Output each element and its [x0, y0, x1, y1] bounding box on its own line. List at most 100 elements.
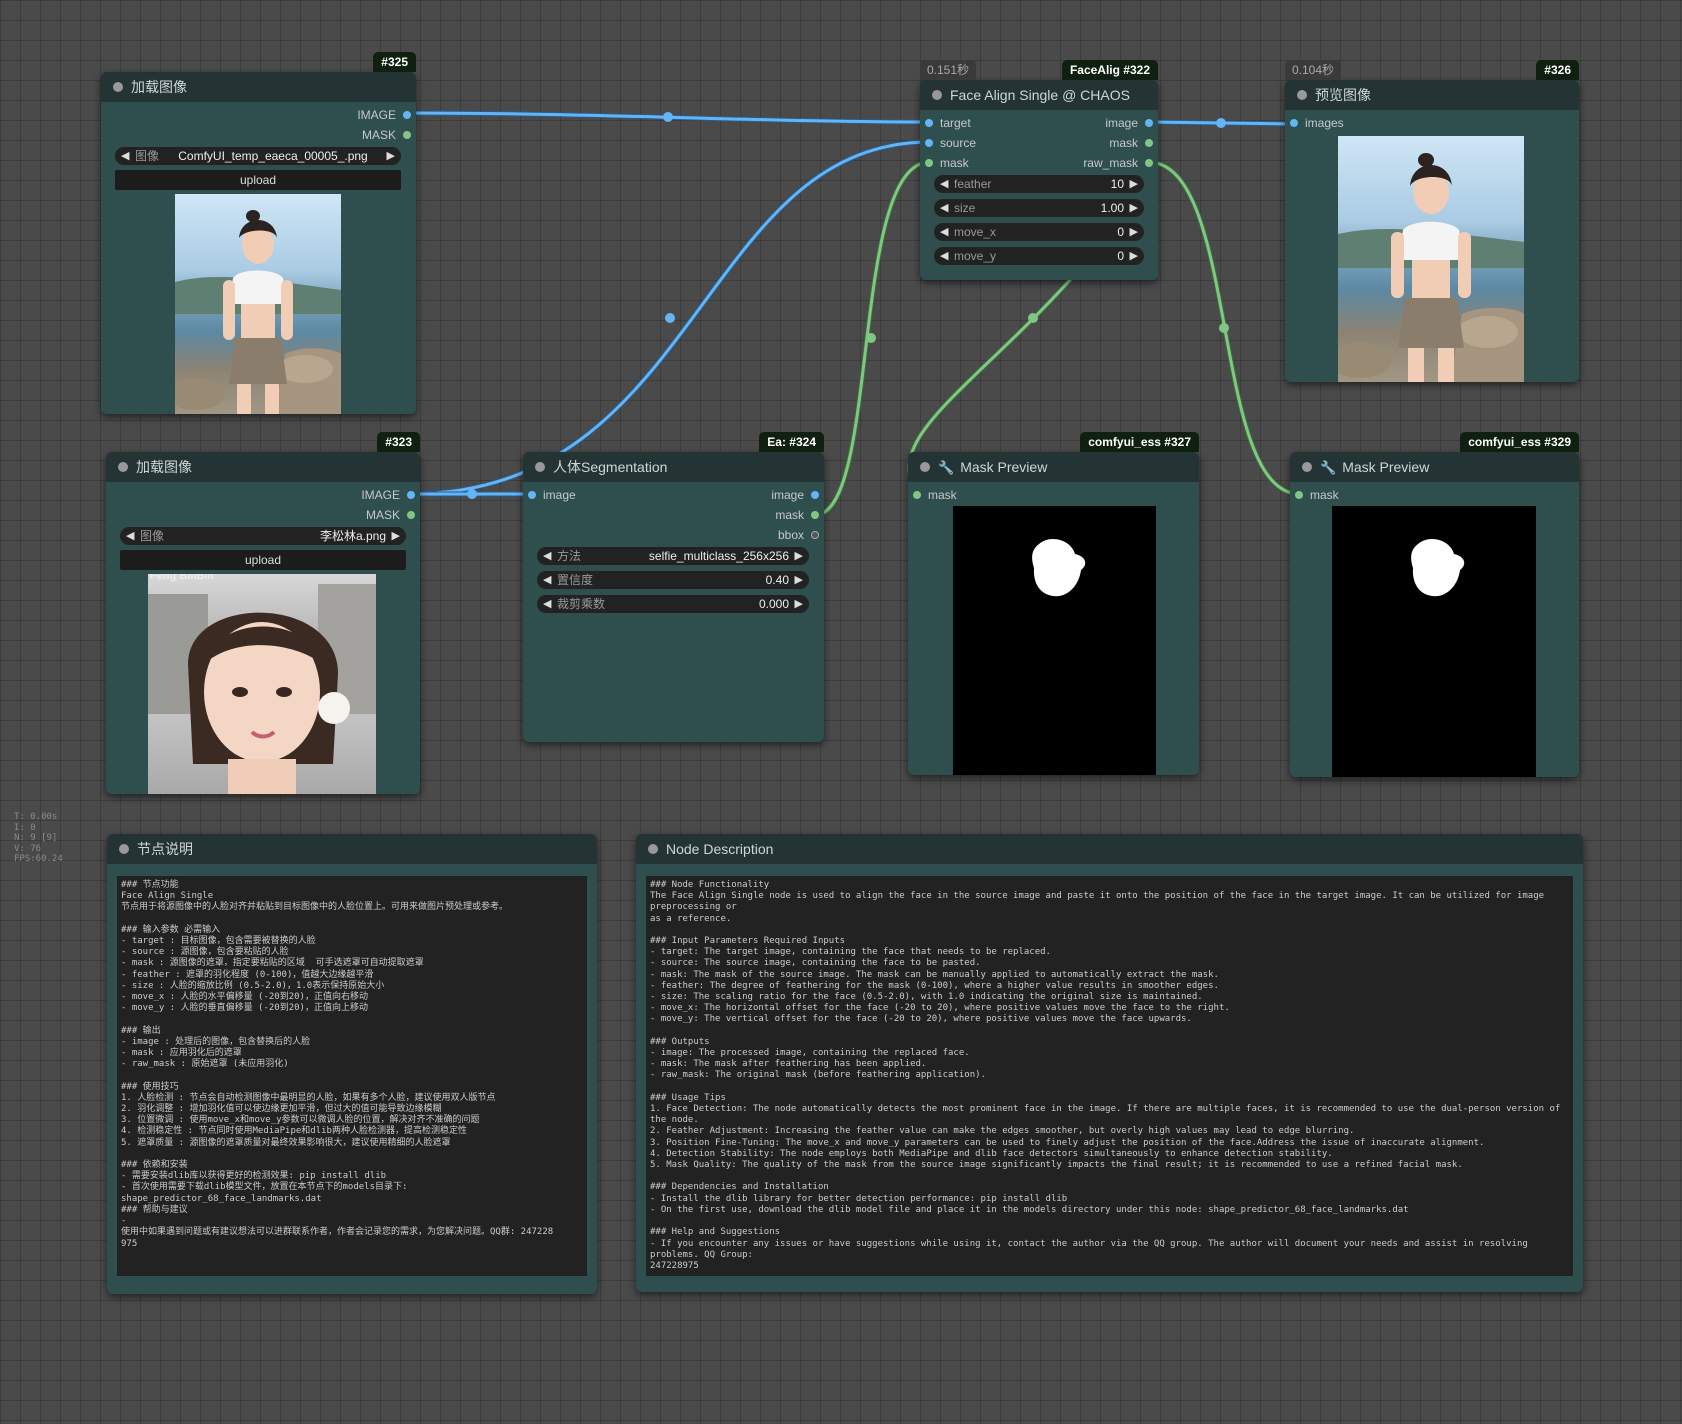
left-arrow-icon[interactable]: ◀ — [543, 595, 551, 613]
image-select-widget[interactable]: ◀ 图像 ComfyUI_temp_eaeca_00005_.png ▶ — [115, 147, 401, 165]
upload-button[interactable]: upload — [120, 550, 406, 570]
canvas-stats: T: 0.00s I: 0 N: 9 [9] V: 76 FPS:60.24 — [14, 812, 63, 865]
mask-preview-node-327[interactable]: comfyui_ess #327 🔧 Mask Preview mask — [908, 432, 1199, 775]
left-arrow-icon[interactable]: ◀ — [940, 223, 948, 241]
output-dot[interactable] — [811, 511, 819, 519]
feather-widget[interactable]: ◀ feather 10 ▶ — [934, 175, 1144, 193]
input-mask-slot[interactable]: mask — [908, 487, 957, 503]
collapse-dot[interactable] — [648, 844, 658, 854]
collapse-dot[interactable] — [1297, 90, 1307, 100]
note-node-description-cn[interactable]: 节点说明 ### 节点功能 Face Align Single 节点用于将源图像… — [107, 834, 597, 1294]
crop-multiplier-widget[interactable]: ◀ 裁剪乘数 0.000 ▶ — [537, 595, 809, 613]
collapse-dot[interactable] — [535, 462, 545, 472]
output-dot[interactable] — [407, 491, 415, 499]
left-arrow-icon[interactable]: ◀ — [543, 571, 551, 589]
input-source-slot[interactable]: source — [920, 135, 976, 151]
input-dot[interactable] — [913, 491, 921, 499]
output-dot[interactable] — [1145, 139, 1153, 147]
output-mask-slot[interactable]: mask — [1109, 135, 1158, 151]
right-arrow-icon[interactable]: ▶ — [392, 527, 400, 545]
left-arrow-icon[interactable]: ◀ — [126, 527, 134, 545]
right-arrow-icon[interactable]: ▶ — [795, 547, 803, 565]
load-image-node-323[interactable]: #323 加载图像 IMAGE MASK ◀ 图像 李松林a.png ▶ upl… — [106, 432, 420, 794]
output-image-slot[interactable]: image — [771, 487, 824, 503]
input-mask-slot[interactable]: mask — [920, 155, 969, 171]
collapse-dot[interactable] — [113, 82, 123, 92]
collapse-dot[interactable] — [920, 462, 930, 472]
output-dot[interactable] — [1145, 119, 1153, 127]
node-title[interactable]: 节点说明 — [107, 834, 597, 864]
output-dot[interactable] — [403, 131, 411, 139]
input-mask-slot[interactable]: mask — [1290, 487, 1339, 503]
left-arrow-icon[interactable]: ◀ — [940, 199, 948, 217]
slot-label: image — [1105, 116, 1138, 130]
collapse-dot[interactable] — [119, 844, 129, 854]
method-widget[interactable]: ◀ 方法 selfie_multiclass_256x256 ▶ — [537, 547, 809, 565]
node-title[interactable]: 预览图像 — [1285, 80, 1579, 110]
segmentation-node-324[interactable]: Ea: #324 人体Segmentation image image mask… — [523, 432, 824, 742]
output-image-slot[interactable]: IMAGE — [357, 107, 416, 123]
right-arrow-icon[interactable]: ▶ — [795, 571, 803, 589]
node-title[interactable]: Face Align Single @ CHAOS — [920, 80, 1158, 110]
output-raw-mask-slot[interactable]: raw_mask — [1083, 155, 1158, 171]
node-id-badge: #325 — [373, 52, 416, 72]
note-node-description-en[interactable]: Node Description ### Node Functionality … — [636, 834, 1583, 1292]
face-align-node-322[interactable]: 0.151秒 FaceAlig #322 Face Align Single @… — [920, 60, 1158, 280]
output-image-slot[interactable]: image — [1105, 115, 1158, 131]
collapse-dot[interactable] — [118, 462, 128, 472]
node-title[interactable]: 🔧 Mask Preview — [1290, 452, 1579, 482]
right-arrow-icon[interactable]: ▶ — [1130, 199, 1138, 217]
node-tag-text: FaceAlig — [1069, 63, 1120, 77]
right-arrow-icon[interactable]: ▶ — [795, 595, 803, 613]
right-arrow-icon[interactable]: ▶ — [1130, 247, 1138, 265]
node-title[interactable]: Node Description — [636, 834, 1583, 864]
left-arrow-icon[interactable]: ◀ — [940, 247, 948, 265]
wire-image-325-to-322-target — [403, 111, 932, 124]
output-mask-slot[interactable]: MASK — [366, 507, 420, 523]
input-dot[interactable] — [925, 119, 933, 127]
output-bbox-slot[interactable]: bbox — [778, 527, 824, 543]
input-target-slot[interactable]: target — [920, 115, 971, 131]
output-dot[interactable] — [811, 491, 819, 499]
mask-preview-node-329[interactable]: comfyui_ess #329 🔧 Mask Preview mask — [1290, 432, 1579, 777]
input-images-slot[interactable]: images — [1285, 115, 1344, 131]
left-arrow-icon[interactable]: ◀ — [940, 175, 948, 193]
output-mask-slot[interactable]: mask — [775, 507, 824, 523]
slot-label: mask — [928, 488, 957, 502]
left-arrow-icon[interactable]: ◀ — [121, 147, 129, 165]
input-dot[interactable] — [528, 491, 536, 499]
node-title[interactable]: 🔧 Mask Preview — [908, 452, 1199, 482]
right-arrow-icon[interactable]: ▶ — [387, 147, 395, 165]
note-textarea[interactable]: ### 节点功能 Face Align Single 节点用于将源图像中的人脸对… — [117, 876, 587, 1276]
node-title[interactable]: 加载图像 — [106, 452, 420, 482]
node-title[interactable]: 加载图像 — [101, 72, 416, 102]
preview-image-node-326[interactable]: 0.104秒 #326 预览图像 images — [1285, 60, 1579, 382]
node-id-text: #322 — [1123, 63, 1150, 77]
move-x-widget[interactable]: ◀ move_x 0 ▶ — [934, 223, 1144, 241]
right-arrow-icon[interactable]: ▶ — [1130, 223, 1138, 241]
node-title[interactable]: 人体Segmentation — [523, 452, 824, 482]
load-image-node-325[interactable]: #325 加载图像 IMAGE MASK ◀ 图像 ComfyUI_temp_e… — [101, 52, 416, 414]
collapse-dot[interactable] — [1302, 462, 1312, 472]
output-mask-slot[interactable]: MASK — [362, 127, 416, 143]
node-title-text: 加载图像 — [136, 459, 192, 475]
input-dot[interactable] — [925, 159, 933, 167]
confidence-widget[interactable]: ◀ 置信度 0.40 ▶ — [537, 571, 809, 589]
image-select-widget[interactable]: ◀ 图像 李松林a.png ▶ — [120, 527, 406, 545]
output-dot[interactable] — [407, 511, 415, 519]
input-dot[interactable] — [1290, 119, 1298, 127]
output-dot[interactable] — [811, 531, 819, 539]
input-dot[interactable] — [1295, 491, 1303, 499]
output-dot[interactable] — [403, 111, 411, 119]
right-arrow-icon[interactable]: ▶ — [1130, 175, 1138, 193]
input-dot[interactable] — [925, 139, 933, 147]
input-image-slot[interactable]: image — [523, 487, 576, 503]
collapse-dot[interactable] — [932, 90, 942, 100]
output-dot[interactable] — [1145, 159, 1153, 167]
move-y-widget[interactable]: ◀ move_y 0 ▶ — [934, 247, 1144, 265]
note-textarea[interactable]: ### Node Functionality The Face Align Si… — [646, 876, 1573, 1276]
upload-button[interactable]: upload — [115, 170, 401, 190]
left-arrow-icon[interactable]: ◀ — [543, 547, 551, 565]
output-image-slot[interactable]: IMAGE — [361, 487, 420, 503]
size-widget[interactable]: ◀ size 1.00 ▶ — [934, 199, 1144, 217]
